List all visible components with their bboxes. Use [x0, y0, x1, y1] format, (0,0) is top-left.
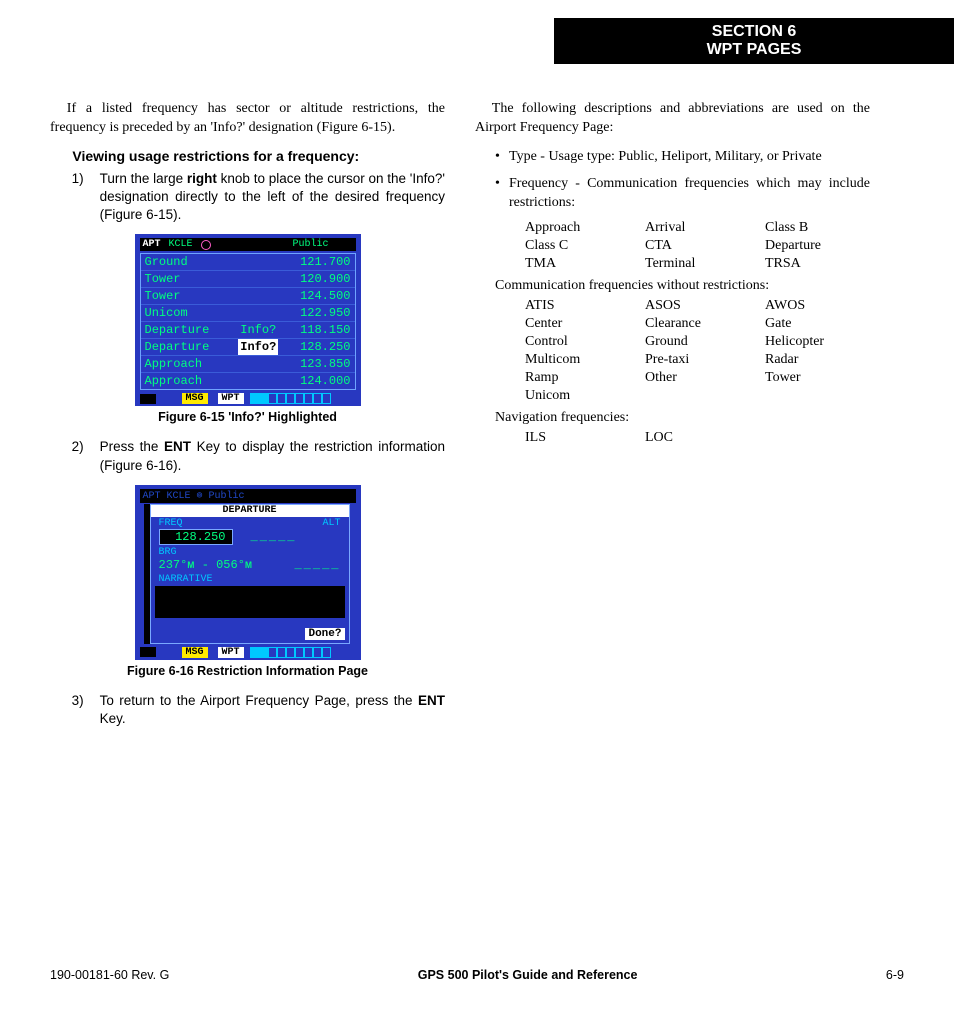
restricted-freq-table: ApproachArrivalClass BClass CCTADepartur… — [525, 220, 870, 272]
right-intro: The following descriptions and abbreviat… — [475, 100, 870, 138]
table-cell: TRSA — [765, 256, 875, 272]
subhead-unrestricted: Communication frequencies without restri… — [495, 278, 870, 294]
public-label: Public — [292, 239, 352, 250]
page-footer: 190-00181-60 Rev. G GPS 500 Pilot's Guid… — [50, 968, 904, 982]
narrative-label: NARRATIVE — [151, 572, 349, 585]
table-cell: Clearance — [645, 316, 765, 332]
footer-pagenum: 6-9 — [886, 968, 904, 982]
dialog-title: DEPARTURE — [151, 505, 349, 517]
brg-value: 237°ᴍ - 056°ᴍ — [159, 558, 253, 572]
msg-indicator: MSG — [182, 393, 208, 404]
wpt-indicator: WPT — [218, 647, 244, 658]
symbol-icon — [201, 240, 211, 250]
table-cell: ASOS — [645, 298, 765, 314]
freq-row: DepartureInfo?128.250 — [141, 339, 355, 356]
table-cell: Ramp — [525, 370, 645, 386]
freq-row: Approach124.000 — [141, 373, 355, 389]
table-cell: Class B — [765, 220, 875, 236]
page-boxes — [250, 647, 331, 658]
table-cell — [765, 430, 875, 446]
brg-label: BRG — [151, 545, 349, 558]
frequency-list: Ground121.700Tower120.900Tower124.500Uni… — [140, 253, 356, 390]
table-cell: Center — [525, 316, 645, 332]
table-cell: Pre-taxi — [645, 352, 765, 368]
procedure-heading: Viewing usage restrictions for a frequen… — [72, 148, 445, 164]
figure-6-15-caption: Figure 6-15 'Info?' Highlighted — [50, 410, 445, 424]
table-cell: Arrival — [645, 220, 765, 236]
table-cell: Tower — [765, 370, 875, 386]
table-cell: CTA — [645, 238, 765, 254]
intro-paragraph: If a listed frequency has sector or alti… — [50, 100, 445, 138]
table-cell: AWOS — [765, 298, 875, 314]
figure-6-16-caption: Figure 6-16 Restriction Information Page — [50, 664, 445, 678]
table-cell: TMA — [525, 256, 645, 272]
alt-value: _____ — [251, 530, 297, 544]
freq-row: Unicom122.950 — [141, 305, 355, 322]
footer-block — [140, 394, 156, 404]
table-cell: Departure — [765, 238, 875, 254]
table-cell: Approach — [525, 220, 645, 236]
brg-dash: _____ — [294, 558, 340, 572]
table-cell: Unicom — [525, 388, 645, 404]
device-footer: MSG WPT — [140, 647, 356, 658]
nav-freq-table: ILSLOC — [525, 430, 870, 446]
device-header: APT KCLE Public — [140, 238, 356, 251]
airport-id: KCLE — [165, 239, 197, 250]
footer-title: GPS 500 Pilot's Guide and Reference — [418, 968, 638, 982]
freq-row: DepartureInfo?118.150 — [141, 322, 355, 339]
step-body: To return to the Airport Frequency Page,… — [100, 692, 445, 728]
freq-row: Ground121.700 — [141, 254, 355, 271]
subhead-nav: Navigation frequencies: — [495, 410, 870, 426]
freq-row: Tower124.500 — [141, 288, 355, 305]
table-cell: Ground — [645, 334, 765, 350]
freq-row: Tower120.900 — [141, 271, 355, 288]
freq-label: FREQ — [159, 518, 183, 529]
footer-docnum: 190-00181-60 Rev. G — [50, 968, 169, 982]
figure-6-15-device: APT KCLE Public Ground121.700Tower120.90… — [135, 234, 361, 406]
done-button: Done? — [305, 628, 344, 640]
step-body: Press the ENT Key to display the restric… — [100, 438, 445, 474]
table-cell: Multicom — [525, 352, 645, 368]
table-cell: Helicopter — [765, 334, 875, 350]
bullet-frequency: • Frequency - Communication frequencies … — [495, 175, 870, 213]
table-cell: Radar — [765, 352, 875, 368]
unrestricted-freq-table: ATISASOSAWOSCenterClearanceGateControlGr… — [525, 298, 870, 404]
table-cell: Control — [525, 334, 645, 350]
table-cell: Terminal — [645, 256, 765, 272]
table-cell: ATIS — [525, 298, 645, 314]
figure-6-16-device: APT KCLE ⊚ Public DEPARTURE FREQ ALT 128… — [135, 485, 361, 660]
device-header-ghost: APT KCLE ⊚ Public — [140, 489, 356, 503]
table-cell: ILS — [525, 430, 645, 446]
bullet-type: • Type - Usage type: Public, Heliport, M… — [495, 148, 870, 167]
freq-value: 128.250 — [159, 529, 233, 545]
table-cell: Other — [645, 370, 765, 386]
table-cell: Class C — [525, 238, 645, 254]
section-header: SECTION 6 WPT PAGES — [554, 18, 954, 64]
msg-indicator: MSG — [182, 647, 208, 658]
left-column: If a listed frequency has sector or alti… — [50, 100, 445, 738]
apt-label: APT — [143, 239, 161, 250]
table-cell: LOC — [645, 430, 765, 446]
step-3: 3) To return to the Airport Frequency Pa… — [72, 692, 445, 728]
wpt-indicator: WPT — [218, 393, 244, 404]
device-footer: MSG WPT — [140, 393, 356, 404]
table-cell: Gate — [765, 316, 875, 332]
restriction-dialog: DEPARTURE FREQ ALT 128.250 _____ BRG 237… — [150, 504, 350, 644]
step-2: 2) Press the ENT Key to display the rest… — [72, 438, 445, 474]
alt-label: ALT — [322, 518, 340, 529]
step-num: 2) — [72, 438, 100, 474]
right-column: The following descriptions and abbreviat… — [475, 100, 870, 738]
freq-row: Approach123.850 — [141, 356, 355, 373]
header-line1: SECTION 6 — [554, 23, 954, 41]
page-boxes — [250, 393, 331, 404]
step-1: 1) Turn the large right knob to place th… — [72, 170, 445, 225]
table-cell — [765, 388, 875, 404]
narrative-box — [155, 586, 345, 618]
step-body: Turn the large right knob to place the c… — [100, 170, 445, 225]
step-num: 3) — [72, 692, 100, 728]
table-cell — [645, 388, 765, 404]
footer-block — [140, 647, 156, 657]
step-num: 1) — [72, 170, 100, 225]
header-line2: WPT PAGES — [554, 41, 954, 59]
